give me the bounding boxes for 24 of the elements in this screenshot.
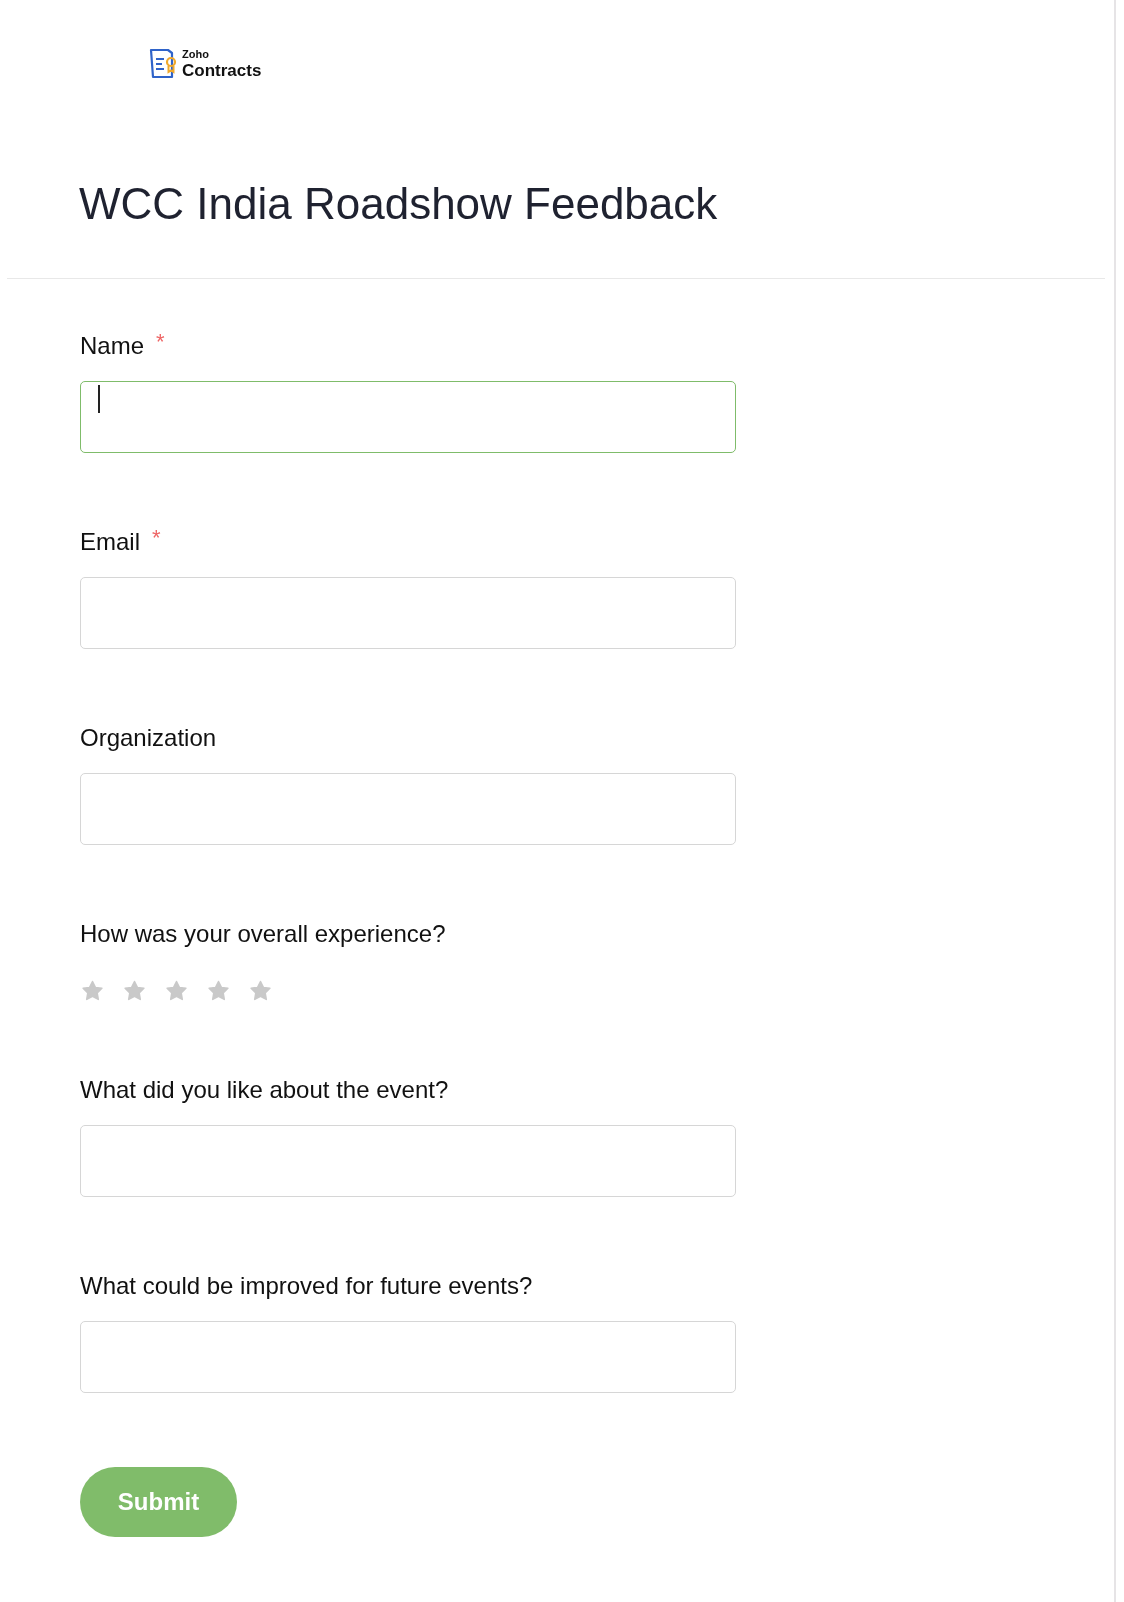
text-cursor	[98, 385, 100, 413]
required-mark: *	[152, 527, 161, 549]
input-field[interactable]	[80, 381, 736, 453]
field-label: Email	[80, 527, 140, 557]
logo-product: Contracts	[182, 62, 262, 79]
form-title: WCC India Roadshow Feedback	[78, 178, 718, 226]
input-field[interactable]	[80, 1125, 736, 1197]
field-label: Name	[80, 331, 145, 361]
submit-button[interactable]: Submit	[80, 1467, 237, 1537]
star-icon[interactable]	[164, 979, 189, 1003]
star-icon[interactable]	[248, 979, 273, 1003]
field-label: What did you like about the event?	[80, 1075, 449, 1105]
input-field[interactable]	[80, 773, 736, 845]
input-field[interactable]	[80, 1321, 736, 1393]
star-icon[interactable]	[122, 979, 147, 1003]
required-mark: *	[156, 331, 165, 353]
field-label: Organization	[80, 723, 217, 753]
input-field[interactable]	[80, 577, 736, 649]
star-icon[interactable]	[206, 979, 231, 1003]
star-icon[interactable]	[80, 979, 105, 1003]
logo-brand: Zoho	[182, 49, 210, 60]
field-label: How was your overall experience?	[80, 919, 446, 949]
field-label: What could be improved for future events?	[80, 1271, 533, 1301]
document-badge-icon	[148, 47, 178, 81]
